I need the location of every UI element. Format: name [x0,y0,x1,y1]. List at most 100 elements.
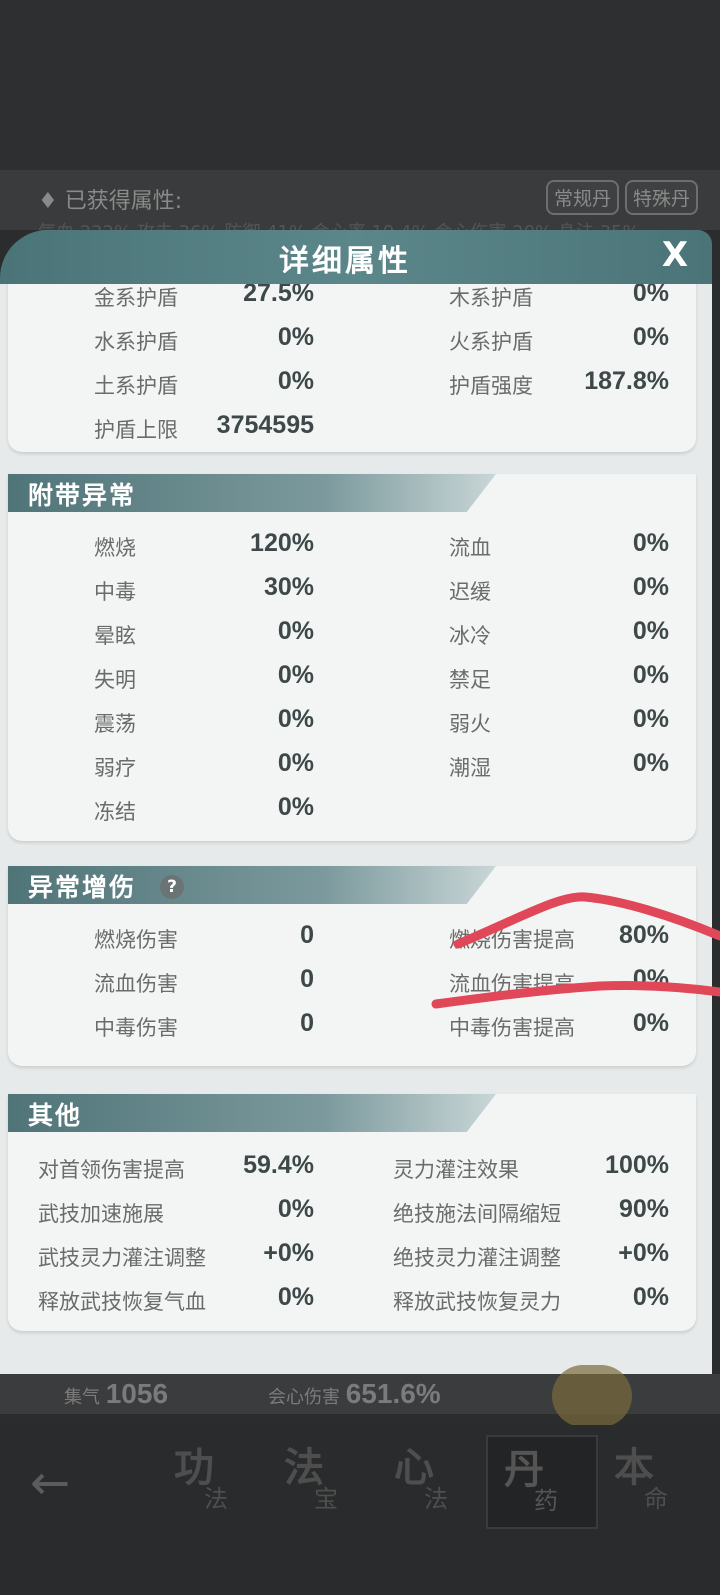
modal-body[interactable]: 金系护盾 27.5% 木系护盾 0% 水系护盾 0% 火系护盾 0% 土系护盾 … [0,284,712,1374]
stat-value: 0% [277,1195,314,1223]
section-header: 附带异常 [8,474,496,512]
background-top [0,0,720,170]
stat-value: 0 [300,965,314,993]
stat-label: 护盾上限 [94,418,178,442]
stat-row: 武技加速施展 0% 绝技施法间隔缩短 90% [38,1195,698,1234]
help-icon[interactable]: ? [160,875,184,899]
stat-label: 释放武技恢复气血 [38,1290,206,1314]
shield-card: 金系护盾 27.5% 木系护盾 0% 水系护盾 0% 火系护盾 0% 土系护盾 … [8,284,696,452]
stat-row: 释放武技恢复气血 0% 释放武技恢复灵力 0% [38,1283,698,1322]
stat-label: 木系护盾 [449,286,533,310]
stat-value: 59.4% [243,1151,314,1179]
stat-label: 金系护盾 [94,286,178,310]
nav-tab-small-char: 宝 [314,1485,338,1513]
others-card: 其他 对首领伤害提高 59.4% 灵力灌注效果 100% 武技加速施展 0% 绝… [8,1094,696,1331]
stat-value: 0% [277,793,314,821]
stat-value: 0% [632,661,669,689]
modal-title: 详细属性 [279,244,411,279]
stat-value: 0% [632,705,669,733]
stat-value: 0% [632,617,669,645]
bottom-nav: ← 功 法 法 宝 心 法 丹 药 本 命 [0,1425,720,1595]
stat-label: 燃烧 [94,536,136,560]
stat-value: 0% [632,573,669,601]
obtained-attributes-title: ♦ 已获得属性: [38,189,183,214]
stat-label: 燃烧伤害 [94,928,178,952]
stat-value: 0% [277,749,314,777]
stat-label: 护盾强度 [449,374,533,398]
stat-row: 金系护盾 27.5% 木系护盾 0% [94,284,694,318]
stat-row: 失明 0% 禁足 0% [94,661,694,700]
stat-row: 护盾上限 3754595 [94,411,694,450]
stat-row: 对首领伤害提高 59.4% 灵力灌注效果 100% [38,1151,698,1190]
stat-row: 土系护盾 0% 护盾强度 187.8% [94,367,694,406]
special-pill-button[interactable]: 特殊丹 [624,180,698,215]
modal-title-bar: 详细属性 X [0,230,712,284]
nav-tab-small-char: 法 [204,1485,228,1513]
detail-attributes-modal: 详细属性 X 金系护盾 27.5% 木系护盾 0% 水系护盾 0% 火系护盾 0… [0,230,712,1374]
stat-value: 0% [632,529,669,557]
stat-value: 0 [300,1009,314,1037]
stat-value: 0% [277,705,314,733]
stat-value: +0% [618,1239,669,1267]
stat-value: 0% [632,965,669,993]
back-arrow-icon[interactable]: ← [30,1455,70,1511]
stat-label: 弱火 [449,712,491,736]
abnormal-status-card: 附带异常 燃烧 120% 流血 0% 中毒 30% 迟缓 0% 晕眩 0% 冰冷… [8,474,696,841]
nav-tab-natal[interactable]: 本 命 [598,1435,706,1525]
stat-value: 100% [605,1151,669,1179]
stat-label: 流血伤害 [94,972,178,996]
pill-type-toggle: 常规丹 特殊丹 [545,180,698,215]
stat-row: 武技灵力灌注调整 +0% 绝技灵力灌注调整 +0% [38,1239,698,1278]
close-icon[interactable]: X [654,234,696,276]
stat-value: 0% [277,367,314,395]
stat-label: 灵力灌注效果 [393,1158,519,1182]
stat-row: 冻结 0% [94,793,694,832]
stat-value: 120% [250,529,314,557]
energy-stat: 集气 1056 [64,1378,168,1410]
stat-value: 80% [618,921,669,949]
stat-label: 土系护盾 [94,374,178,398]
nav-tab-small-char: 法 [424,1485,448,1513]
abnormal-damage-card: 异常增伤 ? 燃烧伤害 0 燃烧伤害提高 80% 流血伤害 0 流血伤害提高 0… [8,866,696,1066]
coin-emblem-icon [552,1365,632,1427]
stat-label: 绝技灵力灌注调整 [393,1246,561,1270]
stat-label: 绝技施法间隔缩短 [393,1202,561,1226]
stat-label: 冰冷 [449,624,491,648]
stat-label: 禁足 [449,668,491,692]
stat-row: 燃烧 120% 流血 0% [94,529,694,568]
stat-row: 中毒 30% 迟缓 0% [94,573,694,612]
nav-tab-treasure[interactable]: 法 宝 [268,1435,376,1525]
stat-row: 中毒伤害 0 中毒伤害提高 0% [94,1009,694,1048]
stat-value: 0% [632,323,669,351]
stat-label: 火系护盾 [449,330,533,354]
stat-label: 晕眩 [94,624,136,648]
nav-tab-mind[interactable]: 心 法 [378,1435,486,1525]
nav-tab-small-char: 命 [644,1485,668,1513]
stat-value: 0 [300,921,314,949]
energy-value: 1056 [105,1378,169,1409]
nav-tab-pills[interactable]: 丹 药 [486,1435,598,1529]
stat-label: 潮湿 [449,756,491,780]
nav-tab-skills[interactable]: 功 法 [158,1435,266,1525]
crit-damage-stat: 会心伤害 651.6% [268,1378,441,1410]
stat-value: 27.5% [243,284,314,307]
stat-value: 3754595 [216,411,314,439]
stat-label: 武技加速施展 [38,1202,164,1226]
stat-value: +0% [263,1239,314,1267]
section-header: 异常增伤 ? [8,866,496,904]
section-title: 附带异常 [28,481,137,510]
nav-tab-small-char: 药 [534,1487,558,1515]
stat-value: 0% [277,617,314,645]
stat-label: 迟缓 [449,580,491,604]
stat-value: 90% [618,1195,669,1223]
stat-value: 0% [277,661,314,689]
stat-row: 水系护盾 0% 火系护盾 0% [94,323,694,362]
stat-row: 燃烧伤害 0 燃烧伤害提高 80% [94,921,694,960]
energy-label: 集气 [64,1387,100,1408]
stat-value: 0% [632,1009,669,1037]
regular-pill-button[interactable]: 常规丹 [545,180,619,215]
section-title: 其他 [28,1101,83,1130]
stat-label: 冻结 [94,800,136,824]
stat-row: 弱疗 0% 潮湿 0% [94,749,694,788]
stat-value: 30% [263,573,314,601]
